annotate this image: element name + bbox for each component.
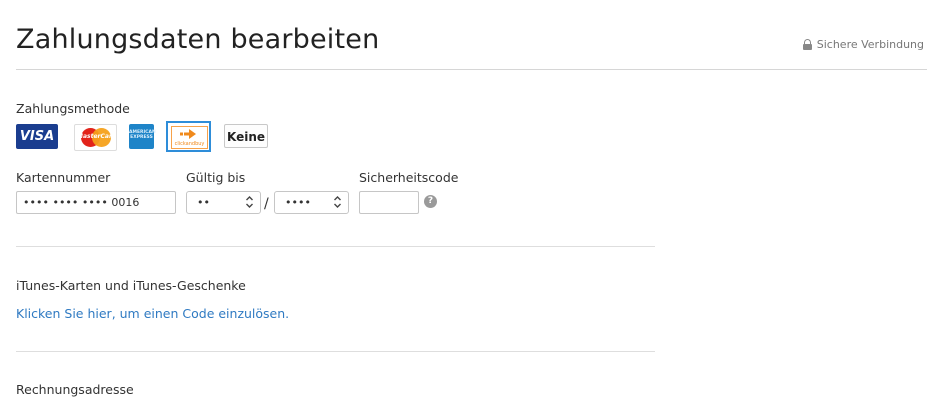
page-title: Zahlungsdaten bearbeiten bbox=[16, 24, 380, 55]
billing-address-heading: Rechnungsadresse bbox=[16, 382, 134, 397]
expiry-year-value: •••• bbox=[285, 196, 311, 209]
card-number-field[interactable]: •••• •••• •••• 0016 bbox=[16, 191, 176, 214]
chevron-updown-icon bbox=[334, 196, 341, 208]
expiry-separator: / bbox=[264, 196, 269, 212]
secure-connection-indicator: Sichere Verbindung bbox=[802, 38, 924, 51]
payment-method-label: Zahlungsmethode bbox=[16, 101, 130, 116]
gift-section-heading: iTunes-Karten und iTunes-Geschenke bbox=[16, 278, 246, 293]
card-number-label: Kartennummer bbox=[16, 170, 111, 185]
header-divider bbox=[16, 69, 927, 70]
clickandbuy-icon[interactable]: clickandbuy bbox=[166, 121, 211, 152]
redeem-code-link[interactable]: Klicken Sie hier, um einen Code einzulös… bbox=[16, 306, 289, 321]
secure-connection-label: Sichere Verbindung bbox=[816, 38, 924, 51]
none-button[interactable]: Keine bbox=[224, 124, 268, 148]
lock-icon bbox=[802, 39, 812, 50]
expiry-month-select[interactable]: •• bbox=[186, 191, 261, 214]
expiry-year-select[interactable]: •••• bbox=[274, 191, 349, 214]
help-icon[interactable]: ? bbox=[424, 195, 437, 208]
expiry-month-value: •• bbox=[197, 196, 210, 209]
security-code-label: Sicherheitscode bbox=[359, 170, 459, 185]
visa-card-icon[interactable]: VISA bbox=[16, 124, 58, 149]
arrow-icon bbox=[180, 129, 196, 139]
section-divider bbox=[16, 246, 655, 247]
expiry-label: Gültig bis bbox=[186, 170, 246, 185]
mastercard-card-icon[interactable]: MasterCard bbox=[74, 124, 117, 151]
mastercard-label: MasterCard bbox=[77, 133, 117, 140]
section-divider bbox=[16, 351, 655, 352]
amex-card-icon[interactable]: AMERICAN EXPRESS bbox=[129, 124, 156, 149]
security-code-field[interactable] bbox=[359, 191, 419, 214]
clickandbuy-label: clickandbuy bbox=[174, 141, 205, 147]
chevron-updown-icon bbox=[246, 196, 253, 208]
